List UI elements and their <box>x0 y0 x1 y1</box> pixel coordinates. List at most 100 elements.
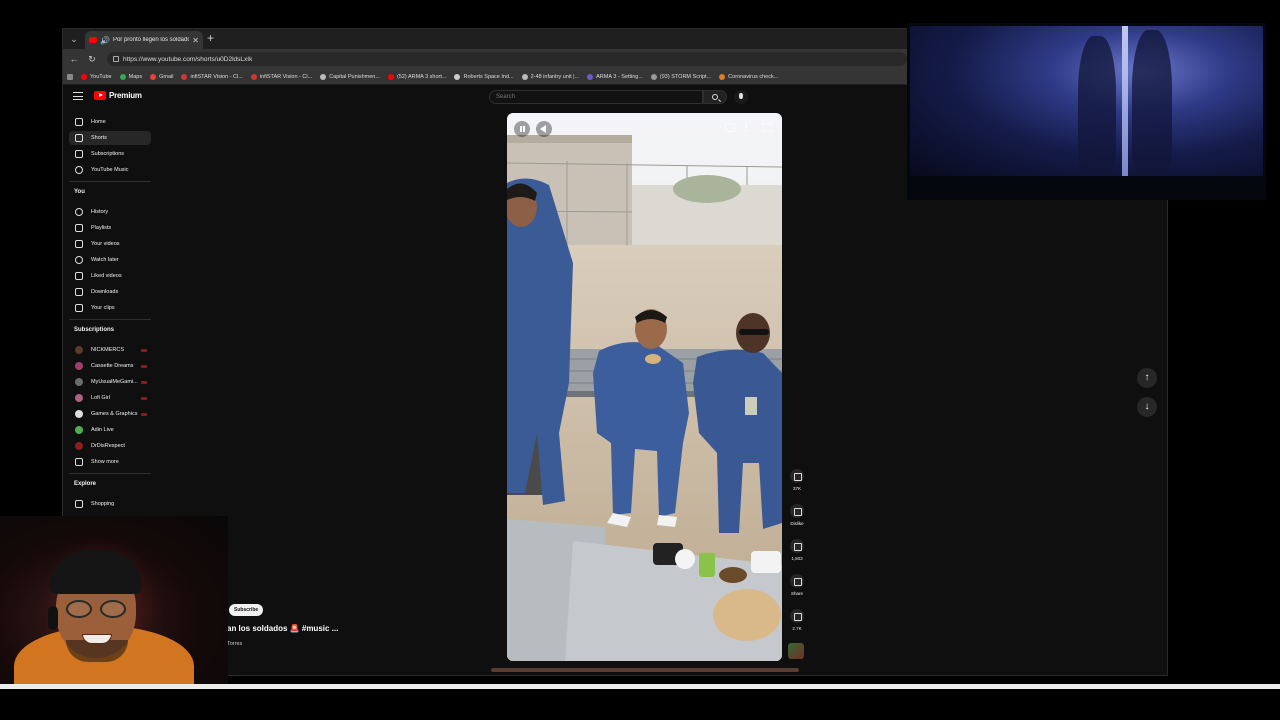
bookmark-favicon-icon <box>587 73 594 80</box>
sidebar-item-label: Cassette Dreams <box>91 363 134 369</box>
site-info-icon[interactable] <box>113 56 119 62</box>
youtube-premium-logo[interactable]: Premium <box>94 91 142 100</box>
sidebar-item[interactable]: Games & Graphics <box>69 407 151 421</box>
thumbs-up-icon[interactable] <box>790 469 804 483</box>
sidebar-item[interactable]: Downloads <box>69 285 151 299</box>
tab-title: Por pronto llegen los soldados <box>112 37 190 43</box>
more-options-icon[interactable] <box>745 123 747 132</box>
you-section-title[interactable]: You <box>74 189 85 195</box>
back-icon[interactable]: ← <box>67 52 81 66</box>
shorts-icon <box>75 134 83 142</box>
sidebar-item[interactable]: Home <box>69 115 151 129</box>
audio-playing-icon[interactable]: 🔊 <box>100 36 110 45</box>
sidebar-item[interactable]: Adin Live <box>69 423 151 437</box>
channel-avatar <box>75 442 83 450</box>
menu-icon[interactable] <box>73 92 83 100</box>
pause-button[interactable] <box>514 121 530 137</box>
bookmark-item[interactable]: (93) STORM Script... <box>650 73 711 80</box>
sidebar-item[interactable]: Show more <box>69 455 151 469</box>
sidebar-item[interactable]: Watch later <box>69 253 151 267</box>
sidebar-item[interactable]: MyUsualMeGami... <box>69 375 151 389</box>
subscriptions-section-title[interactable]: Subscriptions <box>74 327 114 333</box>
sidebar-item[interactable]: Playlists <box>69 221 151 235</box>
comment-count: 1,503 <box>791 556 803 561</box>
bookmark-item[interactable]: ARMA 3 - Setting... <box>587 73 643 80</box>
bookmark-item[interactable]: Gmail <box>150 73 174 80</box>
new-tab-icon[interactable]: + <box>207 31 214 45</box>
bookmark-label: ARMA 3 - Setting... <box>596 73 643 80</box>
subscribe-button[interactable]: Subscribe <box>229 604 264 616</box>
dislike-action[interactable]: Dislike <box>787 504 807 526</box>
voice-search-icon[interactable] <box>734 90 748 104</box>
short-title[interactable]: an los soldados 🚨 #music ... <box>227 624 338 633</box>
bookmark-label: Maps <box>128 73 143 80</box>
youtube-logo-icon <box>94 91 106 100</box>
search-button[interactable] <box>703 90 727 104</box>
bookmark-label: 2-48 infantry unit |... <box>530 73 580 80</box>
sidebar-item[interactable]: NICKMERCS <box>69 343 151 357</box>
sidebar-item-label: Shorts <box>91 135 107 141</box>
remix-action[interactable]: 2.7K <box>787 609 807 631</box>
sidebar-item[interactable]: Your videos <box>69 237 151 251</box>
shorts-video-player[interactable] <box>507 113 782 661</box>
remix-icon[interactable] <box>790 609 804 623</box>
reload-icon[interactable]: ↻ <box>85 52 99 66</box>
sidebar-item-label: DrDisRespect <box>91 443 125 449</box>
address-bar[interactable]: https://www.youtube.com/shorts/u0D2ldsLx… <box>107 52 907 66</box>
tab-search-button[interactable]: ⌄ <box>67 32 81 46</box>
bookmark-label: (52) ARMA 3 short... <box>396 73 447 80</box>
bookmark-label: infiSTAR Vision - Cl... <box>259 73 313 80</box>
sidebar-item[interactable]: YouTube Music <box>69 163 151 177</box>
sidebar-divider <box>69 181 151 182</box>
sidebar-item[interactable]: DrDisRespect <box>69 439 151 453</box>
short-channel[interactable]: Torres <box>227 641 242 647</box>
live-indicator-icon <box>141 412 147 416</box>
captions-icon[interactable] <box>725 123 735 132</box>
share-icon[interactable] <box>790 574 804 588</box>
bookmark-item[interactable]: infiSTAR Vision - Cl... <box>250 73 313 80</box>
close-tab-icon[interactable]: ✕ <box>192 36 199 45</box>
next-short-button[interactable]: ↓ <box>1137 397 1157 417</box>
like-count: 37K <box>792 486 801 491</box>
comment-icon[interactable] <box>790 539 804 553</box>
active-tab[interactable]: 🔊 Por pronto llegen los soldados ✕ <box>85 31 203 49</box>
comments-action[interactable]: 1,503 <box>787 539 807 561</box>
sidebar-item[interactable]: Your clips <box>69 301 151 315</box>
bookmark-item[interactable]: Coronavirus check... <box>719 73 778 80</box>
apps-icon[interactable] <box>67 73 73 80</box>
video-progress-bar[interactable] <box>491 668 799 672</box>
sidebar-item-label: NICKMERCS <box>91 347 125 353</box>
search-input[interactable]: Search <box>489 90 703 104</box>
previous-short-button[interactable]: ↑ <box>1137 368 1157 388</box>
sidebar-item[interactable]: Subscriptions <box>69 147 151 161</box>
bookmark-item[interactable]: Roberts Space Ind... <box>454 73 514 80</box>
bookmark-item[interactable]: Maps <box>119 73 143 80</box>
bookmark-item[interactable]: (52) ARMA 3 short... <box>387 73 447 80</box>
sidebar-item[interactable]: Shorts <box>69 131 151 145</box>
fullscreen-icon[interactable] <box>762 123 772 132</box>
bookmark-label: Gmail <box>159 73 174 80</box>
channel-avatar <box>75 394 83 402</box>
sidebar-item[interactable]: Shopping <box>69 497 151 511</box>
sidebar-item[interactable]: Lofi Girl <box>69 391 151 405</box>
sidebar-item-label: Liked videos <box>91 273 122 279</box>
sidebar-item[interactable]: Cassette Dreams <box>69 359 151 373</box>
like-action[interactable]: 37K <box>787 469 807 491</box>
volume-button[interactable] <box>536 121 552 137</box>
bookmark-item[interactable]: infiSTAR Vision - Cl... <box>181 73 243 80</box>
bookmark-item[interactable]: YouTube <box>81 73 112 80</box>
sound-thumbnail[interactable] <box>788 643 804 659</box>
bookmark-label: Roberts Space Ind... <box>463 73 514 80</box>
explore-section-title[interactable]: Explore <box>74 481 96 487</box>
bookmark-item[interactable]: Capital Punishmen... <box>320 73 380 80</box>
share-label: Share <box>790 591 803 596</box>
thumbs-down-icon[interactable] <box>790 504 804 518</box>
sidebar-item[interactable]: Liked videos <box>69 269 151 283</box>
sidebar-item[interactable]: History <box>69 205 151 219</box>
bookmark-item[interactable]: 2-48 infantry unit |... <box>521 73 580 80</box>
logo-text: Premium <box>109 91 142 100</box>
sidebar-item-label: Your clips <box>91 305 115 311</box>
url-text: https://www.youtube.com/shorts/u0D2ldsLx… <box>123 55 253 63</box>
share-action[interactable]: Share <box>787 574 807 596</box>
your-videos-icon <box>75 240 83 248</box>
